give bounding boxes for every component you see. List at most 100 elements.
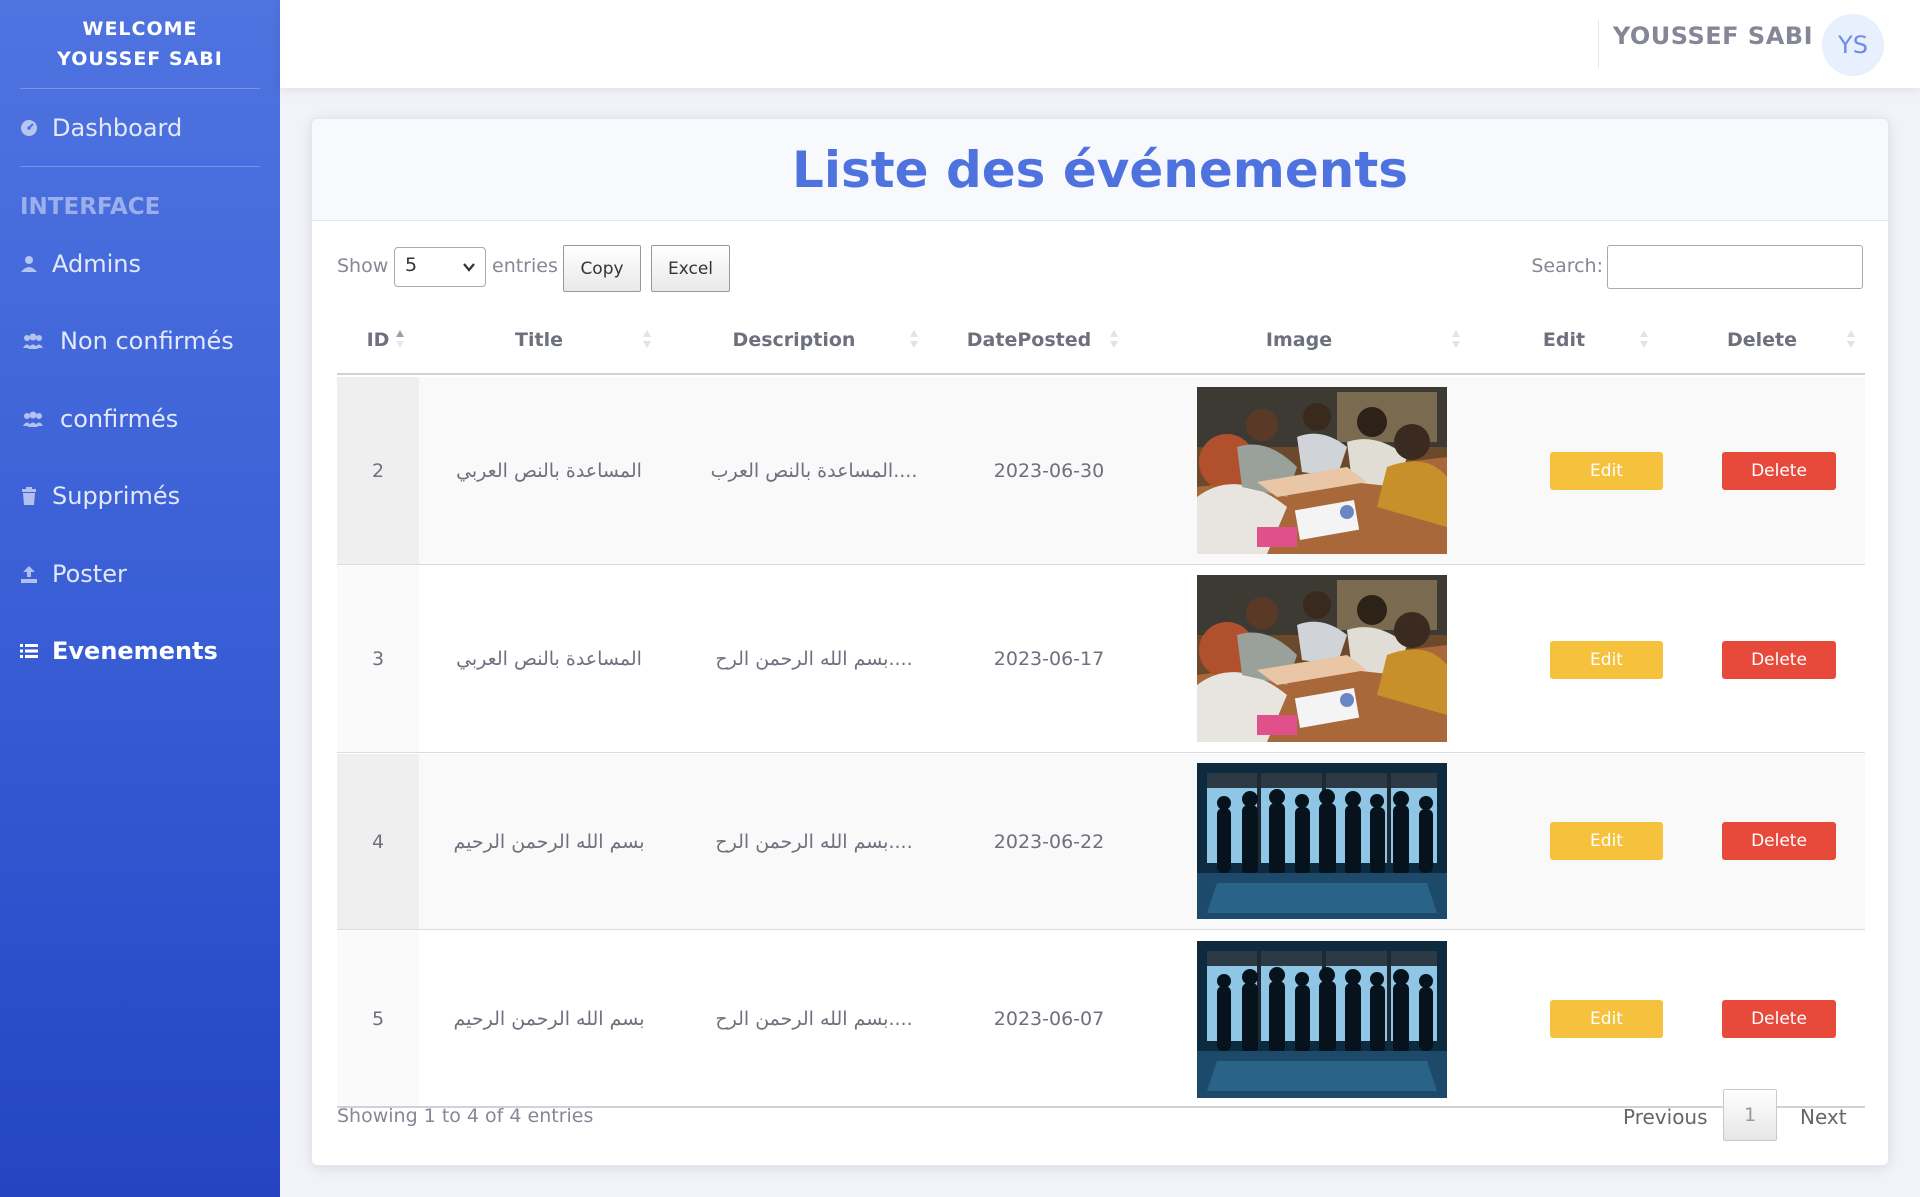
dashboard-icon — [20, 119, 38, 137]
column-header-title[interactable]: Title — [419, 305, 659, 375]
sidebar-brand[interactable]: WELCOME YOUSSEF SABI — [0, 0, 280, 88]
sidebar-item-admins[interactable]: Admins — [0, 225, 280, 302]
delete-button[interactable]: Delete — [1722, 1000, 1836, 1038]
cell-dateposted: 2023-06-30 — [993, 459, 1105, 482]
edit-button[interactable]: Edit — [1550, 1000, 1663, 1038]
sidebar: WELCOME YOUSSEF SABI Dashboard INTERFACE… — [0, 0, 280, 1197]
column-header-edit[interactable]: Edit — [1469, 305, 1659, 375]
cell-dateposted: 2023-06-17 — [993, 648, 1105, 670]
page-length-select[interactable]: 5 — [394, 247, 486, 287]
event-image — [1197, 387, 1447, 554]
table-row: 3 المساعدة بالنص العربي بسم الله الرحمن … — [337, 566, 1865, 753]
show-label: Show — [337, 255, 389, 277]
sidebar-item-label: confirmés — [60, 404, 179, 433]
cell-title: المساعدة بالنص العربي — [456, 648, 642, 670]
table-info: Showing 1 to 4 of 4 entries — [337, 1105, 594, 1127]
event-image — [1197, 575, 1447, 742]
events-card: Liste des événements Show 5 entries Copy… — [311, 118, 1889, 1166]
sidebar-divider — [20, 166, 260, 167]
cell-title: بسم الله الرحمن الرحيم — [453, 830, 645, 853]
entries-label: entries — [492, 255, 558, 277]
user-icon — [20, 255, 38, 273]
cell-dateposted: 2023-06-22 — [993, 830, 1105, 853]
table-controls: Show 5 entries Copy Excel Search: — [337, 245, 1863, 295]
sort-icon — [910, 330, 918, 348]
cell-description: بسم الله الرحمن الرح.... — [715, 648, 913, 670]
cell-description: بسم الله الرحمن الرح.... — [715, 1007, 913, 1030]
event-image — [1197, 763, 1447, 919]
search-label: Search: — [1531, 255, 1603, 277]
sidebar-item-label: Poster — [52, 559, 127, 588]
page-title: Liste des événements — [791, 140, 1409, 199]
sidebar-item-label: Non confirmés — [60, 327, 234, 355]
sidebar-item-dashboard[interactable]: Dashboard — [0, 89, 280, 166]
user-name[interactable]: YOUSSEF SABI — [1613, 22, 1813, 50]
column-label: DatePosted — [966, 329, 1092, 351]
avatar[interactable]: YS — [1822, 14, 1884, 76]
delete-button[interactable]: Delete — [1722, 641, 1836, 679]
sidebar-item-label: Admins — [52, 249, 141, 278]
cell-title: المساعدة بالنص العربي — [456, 459, 642, 482]
delete-button[interactable]: Delete — [1722, 452, 1836, 490]
events-table: ID Title Description DatePosted Image Ed… — [337, 305, 1865, 1108]
sidebar-item-poster[interactable]: Poster — [0, 535, 280, 612]
brand-welcome: WELCOME — [82, 18, 198, 40]
column-header-dateposted[interactable]: DatePosted — [929, 305, 1129, 375]
sidebar-item-non-confirmes[interactable]: Non confirmés — [0, 302, 280, 380]
cell-description: بسم الله الرحمن الرح.... — [715, 830, 913, 853]
cell-id: 3 — [337, 566, 419, 752]
sort-icon — [1640, 330, 1648, 348]
column-label: Description — [732, 329, 856, 351]
pagination-next[interactable]: Next — [1800, 1105, 1847, 1129]
cell-title: بسم الله الرحمن الرحيم — [453, 1007, 645, 1030]
pagination-page-1[interactable]: 1 — [1723, 1089, 1777, 1141]
copy-button[interactable]: Copy — [563, 245, 641, 292]
cell-id: 2 — [337, 377, 419, 564]
column-header-description[interactable]: Description — [659, 305, 929, 375]
column-header-id[interactable]: ID — [337, 305, 419, 375]
sidebar-item-confirmes[interactable]: confirmés — [0, 380, 280, 457]
card-header: Liste des événements — [312, 119, 1888, 221]
sidebar-heading: INTERFACE — [20, 194, 161, 220]
table-row: 5 بسم الله الرحمن الرحيم بسم الله الرحمن… — [337, 931, 1865, 1108]
sort-asc-icon — [396, 330, 404, 348]
trash-icon — [20, 487, 38, 505]
topbar: YOUSSEF SABI YS — [280, 0, 1920, 88]
brand-username: YOUSSEF SABI — [57, 48, 223, 70]
edit-button[interactable]: Edit — [1550, 822, 1663, 860]
delete-button[interactable]: Delete — [1722, 822, 1836, 860]
column-label: Title — [515, 329, 563, 351]
excel-button[interactable]: Excel — [651, 245, 730, 292]
sort-icon — [643, 330, 651, 348]
table-header: ID Title Description DatePosted Image Ed… — [337, 305, 1865, 375]
users-icon — [20, 332, 46, 350]
column-header-image[interactable]: Image — [1129, 305, 1469, 375]
list-icon — [20, 642, 38, 660]
column-label: Image — [1265, 329, 1333, 351]
sidebar-item-supprimes[interactable]: Supprimés — [0, 457, 280, 535]
cell-id: 5 — [337, 931, 419, 1106]
page-length-value: 5 — [405, 254, 418, 276]
event-image — [1197, 941, 1447, 1098]
column-label: ID — [366, 329, 390, 351]
column-label: Edit — [1542, 329, 1586, 351]
sort-icon — [1110, 330, 1118, 348]
search-input[interactable] — [1607, 245, 1863, 289]
upload-icon — [20, 565, 38, 583]
column-header-delete[interactable]: Delete — [1659, 305, 1865, 375]
edit-button[interactable]: Edit — [1550, 641, 1663, 679]
topbar-divider — [1598, 20, 1599, 68]
pagination-previous[interactable]: Previous — [1623, 1105, 1708, 1129]
table-row: 2 المساعدة بالنص العربي المساعدة بالنص ا… — [337, 377, 1865, 565]
cell-description: المساعدة بالنص العرب.... — [710, 459, 918, 482]
chevron-down-icon — [461, 258, 477, 274]
sidebar-item-label: Evenements — [52, 637, 218, 665]
sidebar-item-evenements[interactable]: Evenements — [0, 612, 280, 690]
column-label: Delete — [1726, 329, 1798, 351]
edit-button[interactable]: Edit — [1550, 452, 1663, 490]
sidebar-item-label: Dashboard — [52, 113, 183, 142]
users-icon — [20, 410, 46, 428]
sort-icon — [1847, 330, 1855, 348]
table-row: 4 بسم الله الرحمن الرحيم بسم الله الرحمن… — [337, 754, 1865, 930]
sort-icon — [1452, 330, 1460, 348]
